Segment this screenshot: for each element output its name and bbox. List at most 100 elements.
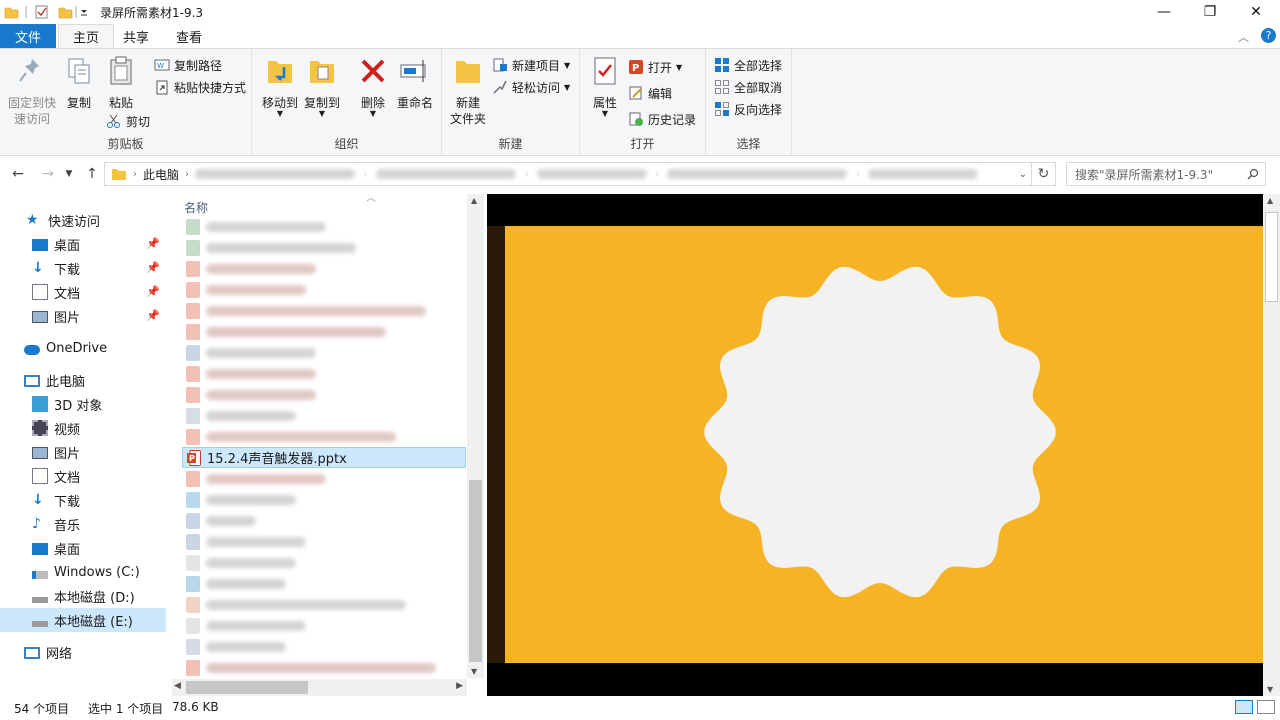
new-folder-button[interactable]: 新建 文件夹	[448, 55, 488, 127]
nav-desktop[interactable]: 桌面	[0, 536, 166, 560]
nav-quick-desktop[interactable]: 桌面 📌	[0, 232, 166, 256]
tab-file[interactable]: 文件	[0, 24, 56, 48]
file-row-selected[interactable]: P 15.2.4声音触发器.pptx	[182, 447, 466, 468]
nav-documents[interactable]: 文档	[0, 464, 166, 488]
address-dropdown-icon[interactable]: ⌄	[1019, 169, 1027, 180]
file-row[interactable]	[182, 300, 466, 321]
file-row[interactable]	[182, 342, 466, 363]
breadcrumb-blurred[interactable]	[868, 169, 979, 179]
nav-pictures[interactable]: 图片	[0, 440, 166, 464]
maximize-button[interactable]: ❐	[1187, 0, 1233, 24]
file-row[interactable]	[182, 279, 466, 300]
file-row[interactable]	[182, 594, 466, 615]
nav-drive-d[interactable]: 本地磁盘 (D:)	[0, 584, 166, 608]
file-row[interactable]	[182, 384, 466, 405]
back-button[interactable]: ←	[8, 165, 28, 183]
paste-button[interactable]: 粘贴	[104, 55, 138, 111]
nav-quick-pictures[interactable]: 图片 📌	[0, 304, 166, 328]
move-to-button[interactable]: 移动到 ▼	[260, 55, 300, 118]
details-view-icon[interactable]	[1235, 700, 1253, 714]
nav-quick-documents[interactable]: 文档 📌	[0, 280, 166, 304]
scroll-left-icon[interactable]: ◀	[174, 681, 181, 691]
edit-button[interactable]: 编辑	[628, 83, 672, 103]
scroll-thumb[interactable]	[1265, 212, 1278, 302]
scroll-down-icon[interactable]: ▼	[1267, 685, 1273, 694]
copy-button[interactable]: 复制	[62, 55, 96, 111]
copy-path-button[interactable]: W 复制路径	[154, 55, 222, 75]
new-folder-icon	[456, 61, 480, 83]
nav-drive-c[interactable]: Windows (C:)	[0, 560, 166, 584]
easy-access-button[interactable]: 轻松访问 ▼	[492, 77, 570, 97]
cut-button[interactable]: 剪切	[106, 111, 150, 131]
file-row[interactable]	[182, 573, 466, 594]
scroll-up-icon[interactable]: ▲	[1267, 196, 1273, 205]
nav-downloads[interactable]: ↓ 下载	[0, 488, 166, 512]
scroll-down-icon[interactable]: ▼	[471, 667, 477, 676]
minimize-button[interactable]: —	[1141, 0, 1187, 24]
close-button[interactable]: ✕	[1233, 0, 1279, 24]
help-icon[interactable]: ?	[1261, 28, 1276, 43]
file-row[interactable]	[182, 237, 466, 258]
select-all-button[interactable]: 全部选择	[714, 55, 782, 75]
breadcrumb-this-pc[interactable]: 此电脑	[143, 166, 179, 183]
scroll-thumb[interactable]	[469, 480, 482, 662]
new-item-button[interactable]: 新建项目 ▼	[492, 55, 570, 75]
nav-drive-e[interactable]: 本地磁盘 (E:)	[0, 608, 166, 632]
pin-quick-access-button[interactable]: 固定到快 速访问	[4, 55, 60, 127]
properties-button[interactable]: 属性 ▼	[588, 55, 622, 118]
file-row[interactable]	[182, 552, 466, 573]
refresh-button[interactable]: ↻	[1032, 162, 1056, 186]
breadcrumb-blurred[interactable]	[375, 169, 516, 179]
file-row[interactable]	[182, 258, 466, 279]
tab-home[interactable]: 主页	[58, 24, 115, 48]
file-row[interactable]	[182, 510, 466, 531]
file-row[interactable]	[182, 531, 466, 552]
file-row[interactable]	[182, 405, 466, 426]
nav-quick-downloads[interactable]: ↓ 下载 📌	[0, 256, 166, 280]
copy-to-button[interactable]: 复制到 ▼	[302, 55, 342, 118]
nav-network[interactable]: 网络	[0, 640, 166, 664]
select-none-button[interactable]: 全部取消	[714, 77, 782, 97]
open-button[interactable]: P 打开 ▼	[628, 57, 682, 77]
up-button[interactable]: ↑	[82, 165, 102, 183]
scroll-up-icon[interactable]: ▲	[471, 196, 477, 205]
scroll-right-icon[interactable]: ▶	[456, 681, 463, 691]
tab-share[interactable]: 共享	[109, 24, 163, 48]
file-row[interactable]	[182, 489, 466, 510]
file-row[interactable]	[182, 615, 466, 636]
recent-locations-icon[interactable]: ▼	[62, 165, 76, 183]
invert-selection-button[interactable]: 反向选择	[714, 99, 782, 119]
paste-shortcut-button[interactable]: 粘贴快捷方式	[154, 77, 246, 97]
file-list-horizontal-scrollbar[interactable]: ◀ ▶	[172, 679, 467, 696]
column-header-name[interactable]: 名称	[184, 199, 208, 216]
file-row[interactable]	[182, 216, 466, 237]
search-input[interactable]: 搜索"录屏所需素材1-9.3"	[1066, 162, 1266, 186]
address-bar[interactable]: › 此电脑 › › › › › ⌄	[104, 162, 1032, 186]
quick-access-toolbar[interactable]	[4, 4, 94, 20]
nav-music[interactable]: ♪ 音乐	[0, 512, 166, 536]
file-row[interactable]	[182, 363, 466, 384]
tab-view[interactable]: 查看	[162, 24, 216, 48]
nav-this-pc[interactable]: 此电脑	[0, 368, 166, 392]
delete-button[interactable]: 删除 ▼	[356, 55, 390, 118]
file-row[interactable]	[182, 426, 466, 447]
file-row[interactable]	[182, 321, 466, 342]
rename-button[interactable]: 重命名	[394, 55, 436, 111]
forward-button[interactable]: →	[38, 165, 58, 183]
breadcrumb-blurred[interactable]	[536, 169, 647, 179]
nav-3d-objects[interactable]: 3D 对象	[0, 392, 166, 416]
scroll-thumb[interactable]	[186, 681, 308, 694]
preview-scrollbar[interactable]: ▲ ▼	[1263, 194, 1280, 696]
breadcrumb-blurred[interactable]	[667, 169, 848, 179]
history-button[interactable]: 历史记录	[628, 109, 696, 129]
breadcrumb-blurred[interactable]	[195, 169, 356, 179]
nav-videos[interactable]: 视频	[0, 416, 166, 440]
file-row[interactable]	[182, 636, 466, 657]
collapse-ribbon-icon[interactable]: ︿	[1238, 29, 1249, 45]
nav-onedrive[interactable]: OneDrive	[0, 336, 166, 360]
file-row[interactable]	[182, 657, 466, 678]
nav-quick-access[interactable]: ★ 快速访问	[0, 208, 166, 232]
large-icons-view-icon[interactable]	[1257, 700, 1275, 714]
file-list-vertical-scrollbar[interactable]: ▲ ▼	[467, 194, 484, 678]
file-row[interactable]	[182, 468, 466, 489]
